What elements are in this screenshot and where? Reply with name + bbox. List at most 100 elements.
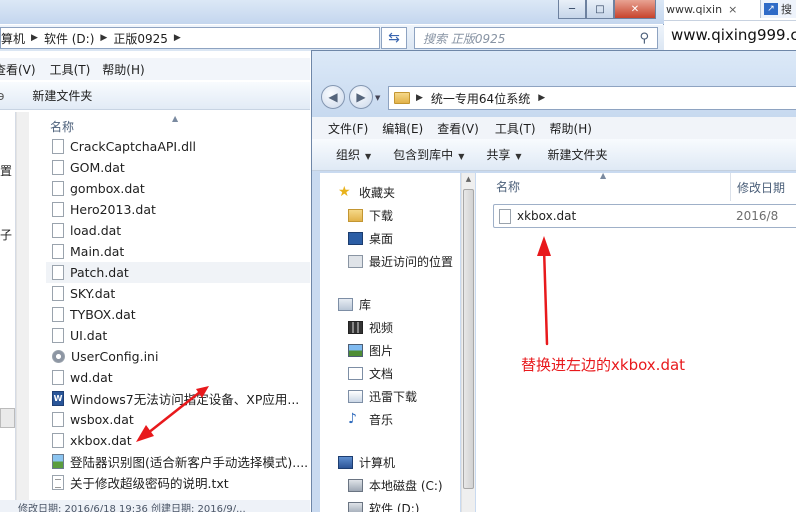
nav-downloads[interactable]: 下载 xyxy=(320,204,460,227)
image-file-icon xyxy=(52,454,64,469)
dll-file-icon xyxy=(52,139,64,154)
menu-view[interactable]: 查看(V) xyxy=(0,61,36,78)
file-row[interactable]: GOM.dat xyxy=(46,157,310,178)
file-row[interactable]: Hero2013.dat xyxy=(46,199,310,220)
nav-label: 图片 xyxy=(369,344,394,358)
menu-tools[interactable]: 工具(T) xyxy=(495,120,536,137)
menu-help[interactable]: 帮助(H) xyxy=(102,61,144,78)
refresh-button[interactable]: ⇆ xyxy=(381,27,407,49)
nav-pictures[interactable]: 图片 xyxy=(320,339,460,362)
nav-recent-places[interactable]: 最近访问的位置 xyxy=(320,250,460,273)
file-name: Main.dat xyxy=(70,244,125,259)
browser-tab[interactable]: www.qixin × xyxy=(666,0,758,18)
back-address-bar[interactable]: 算机 ▶ 软件 (D:) ▶ 正版0925 ▶ xyxy=(0,27,380,49)
file-icon xyxy=(499,208,511,224)
back-arrow-icon: ◀ xyxy=(328,90,338,104)
file-icon xyxy=(52,202,64,217)
file-name: wsbox.dat xyxy=(70,412,134,427)
column-name-header[interactable]: 名称 xyxy=(496,178,520,195)
browser-tab-search[interactable]: ↗ 搜 xyxy=(760,0,796,18)
nav-desktop[interactable]: 桌面 xyxy=(320,227,460,250)
close-button[interactable]: ✕ xyxy=(614,0,656,19)
file-row[interactable]: Patch.dat xyxy=(46,262,310,283)
drive-icon xyxy=(348,502,363,512)
file-row[interactable]: xkbox.dat xyxy=(46,430,310,451)
menu-tools[interactable]: 工具(T) xyxy=(50,61,91,78)
nav-music[interactable]: ♪ 音乐 xyxy=(320,408,460,431)
breadcrumb-folder[interactable]: 正版0925 xyxy=(113,30,168,47)
front-explorer-window: ◀ ▶ ▼ ▶ 统一专用64位系统 ▶ 文件(F) 编辑(E) 查看(V) 工具… xyxy=(311,50,796,512)
tab-close-icon[interactable]: × xyxy=(728,3,737,16)
search-icon[interactable]: ⚲ xyxy=(639,31,649,46)
file-row[interactable]: UserConfig.ini xyxy=(46,346,310,367)
back-button[interactable]: ◀ xyxy=(321,85,345,109)
column-header-name[interactable]: 名称 ▲ xyxy=(46,114,310,136)
chevron-right-icon[interactable]: ▶ xyxy=(538,93,545,103)
file-date: 2016/8 xyxy=(736,209,779,223)
scroll-thumb[interactable] xyxy=(463,189,474,489)
file-row[interactable]: 登陆器识别图(适合新客户手动选择模式).... xyxy=(46,451,310,472)
breadcrumb-computer[interactable]: 算机 xyxy=(1,30,25,47)
file-name: CrackCaptchaAPI.dll xyxy=(70,139,196,154)
file-row[interactable]: wd.dat xyxy=(46,367,310,388)
new-folder-button[interactable]: 新建文件夹 xyxy=(32,87,92,104)
scroll-up-icon[interactable]: ▲ xyxy=(462,175,475,183)
chevron-right-icon[interactable]: ▶ xyxy=(100,33,107,43)
file-row[interactable]: load.dat xyxy=(46,220,310,241)
chevron-down-icon: ▼ xyxy=(458,152,465,161)
nav-libraries[interactable]: 库 xyxy=(320,293,460,316)
minimize-button[interactable]: ─ xyxy=(558,0,586,19)
nav-scroll-thumb[interactable] xyxy=(0,408,15,428)
share-button[interactable]: 共享 ▼ xyxy=(486,146,521,163)
front-nav-scrollbar[interactable]: ▲ xyxy=(461,173,475,512)
file-row[interactable]: Main.dat xyxy=(46,241,310,262)
chevron-right-icon[interactable]: ▶ xyxy=(174,33,181,43)
front-menu-bar: 文件(F) 编辑(E) 查看(V) 工具(T) 帮助(H) xyxy=(312,117,796,139)
nav-xunlei-downloads[interactable]: 迅雷下载 xyxy=(320,385,460,408)
file-row[interactable]: TYBOX.dat xyxy=(46,304,310,325)
browser-window: www.qixin × ↗ 搜 www.qixing999.c xyxy=(664,0,796,50)
menu-edit[interactable]: 编辑(E) xyxy=(382,120,423,137)
breadcrumb-path[interactable]: 统一专用64位系统 xyxy=(431,90,530,107)
nav-cut-label[interactable]: 子 xyxy=(0,226,12,243)
file-row-xkbox[interactable]: xkbox.dat 2016/8 xyxy=(493,204,796,228)
nav-drive-c[interactable]: 本地磁盘 (C:) xyxy=(320,474,460,497)
file-row[interactable]: wsbox.dat xyxy=(46,409,310,430)
chevron-right-icon[interactable]: ▶ xyxy=(416,93,423,103)
nav-videos[interactable]: 视频 xyxy=(320,316,460,339)
back-search-input[interactable]: 搜索 正版0925 ⚲ xyxy=(414,27,658,49)
music-icon: ♪ xyxy=(348,411,357,427)
file-name: xkbox.dat xyxy=(517,209,577,223)
file-row[interactable]: CrackCaptchaAPI.dll xyxy=(46,136,310,157)
chevron-right-icon[interactable]: ▶ xyxy=(31,33,38,43)
nav-cut-label[interactable]: 置 xyxy=(0,162,12,179)
menu-view[interactable]: 查看(V) xyxy=(437,120,479,137)
nav-documents[interactable]: 文档 xyxy=(320,362,460,385)
include-in-library-button[interactable]: 包含到库中 ▼ xyxy=(393,146,464,163)
maximize-button[interactable]: □ xyxy=(586,0,614,19)
nav-favorites[interactable]: ★ 收藏夹 xyxy=(320,181,460,204)
front-address-bar[interactable]: ▶ 统一专用64位系统 ▶ xyxy=(388,86,796,110)
nav-drive-d[interactable]: 软件 (D:) xyxy=(320,497,460,512)
new-folder-button[interactable]: 新建文件夹 xyxy=(548,146,608,163)
menu-file[interactable]: 文件(F) xyxy=(328,120,368,137)
organize-button[interactable]: 组织 ▼ xyxy=(336,146,371,163)
organize-label: 组织 xyxy=(336,148,361,162)
column-modified-header[interactable]: 修改日期 xyxy=(730,173,785,201)
breadcrumb-drive-d[interactable]: 软件 (D:) xyxy=(44,30,94,47)
status-details: 修改日期: 2016/6/18 19:36 创建日期: 2016/9/... xyxy=(18,504,246,512)
nav-label: 迅雷下载 xyxy=(369,390,418,404)
back-nav-scrollbar[interactable] xyxy=(16,112,29,500)
organize-cut-icon[interactable]: ə xyxy=(0,89,4,103)
file-row[interactable]: SKY.dat xyxy=(46,283,310,304)
file-row[interactable]: W Windows7无法访问指定设备、XP应用... xyxy=(46,388,310,409)
file-row[interactable]: UI.dat xyxy=(46,325,310,346)
forward-button[interactable]: ▶ xyxy=(349,85,373,109)
nav-computer[interactable]: 计算机 xyxy=(320,451,460,474)
file-row[interactable]: 关于修改超级密码的说明.txt xyxy=(46,472,310,493)
menu-help[interactable]: 帮助(H) xyxy=(550,120,592,137)
file-row[interactable]: gombox.dat xyxy=(46,178,310,199)
recent-pages-caret[interactable]: ▼ xyxy=(375,94,380,102)
browser-url[interactable]: www.qixing999.c xyxy=(671,26,796,44)
desktop-icon xyxy=(348,232,363,245)
